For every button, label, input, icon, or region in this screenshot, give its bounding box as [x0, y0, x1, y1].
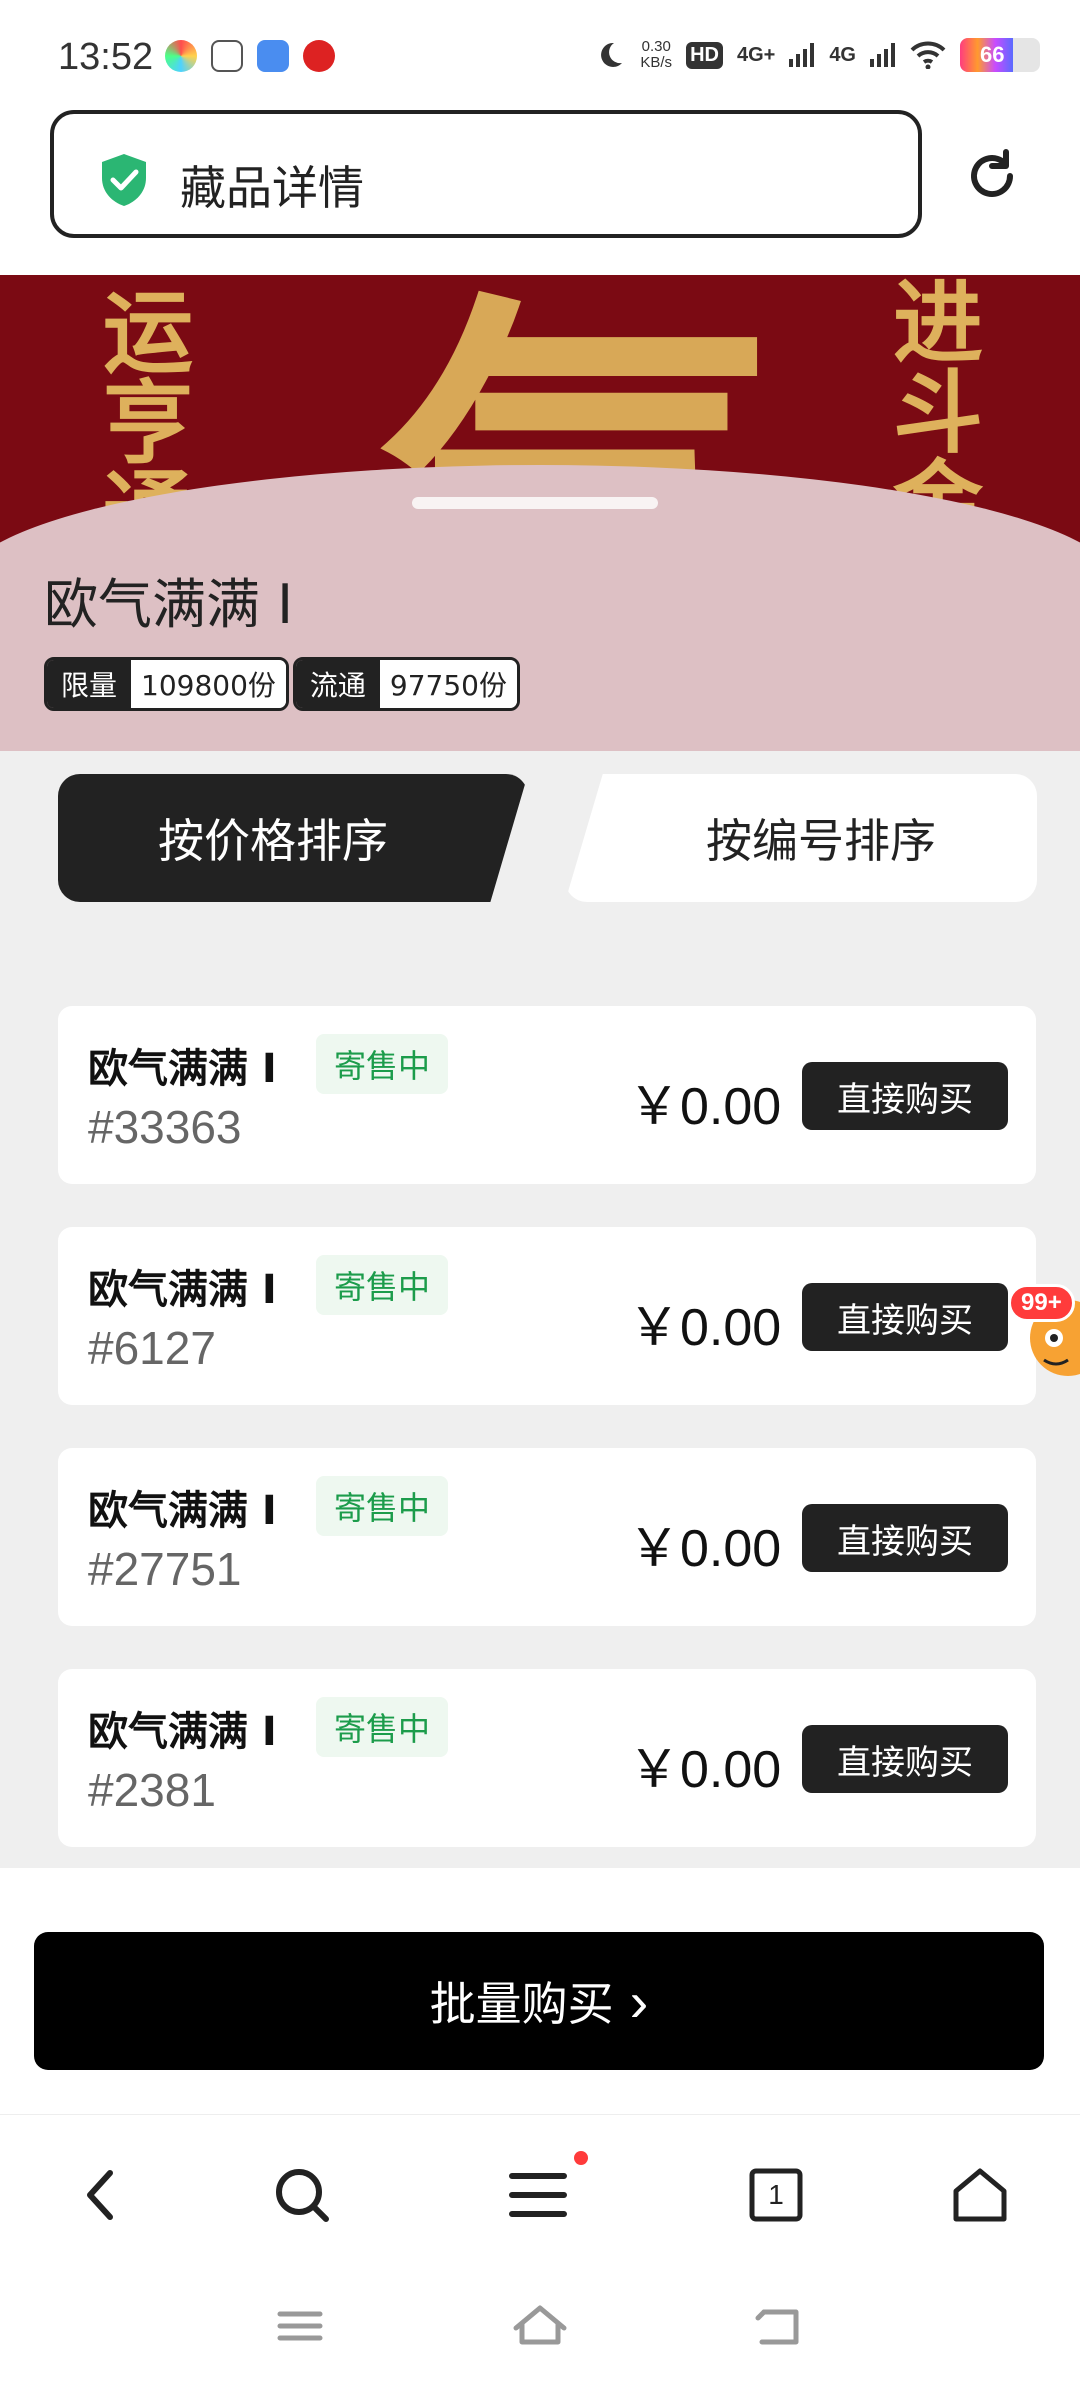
limit-tag: 限量 109800份	[44, 657, 289, 711]
signal-bars-icon	[870, 43, 895, 67]
listing-card[interactable]: 欧气满满 Ⅰ 寄售中 #6127 ￥0.00 直接购买	[58, 1227, 1036, 1405]
tab-sort-by-price[interactable]: 按价格排序	[58, 774, 528, 902]
game-app-icon	[257, 40, 289, 72]
listing-serial: #27751	[88, 1543, 242, 1595]
rail-app-icon	[303, 40, 335, 72]
chevron-right-icon: ›	[629, 1969, 649, 2033]
home-icon	[953, 2168, 1007, 2222]
back-button[interactable]	[62, 2157, 138, 2233]
bulk-buy-label: 批量购买	[429, 1978, 614, 2030]
reload-icon[interactable]	[962, 146, 1022, 206]
net-speed: 0.30 KB/s	[640, 38, 673, 71]
signal-sim2: 4G	[829, 43, 856, 66]
status-bar: 13:52 0.30 KB/s HD 4G+ 4G 66	[0, 0, 1080, 110]
system-home-icon[interactable]	[510, 2296, 570, 2356]
buy-now-button[interactable]: 直接购买	[802, 1725, 1008, 1793]
supply-tags: 限量 109800份 流通 97750份	[44, 657, 520, 711]
notification-count-badge: 99+	[1008, 1284, 1075, 1322]
listing-price: ￥0.00	[628, 1078, 782, 1136]
menu-icon	[509, 2173, 567, 2217]
buy-now-button[interactable]: 直接购买	[802, 1504, 1008, 1572]
home-button[interactable]	[942, 2157, 1018, 2233]
listing-name: 欧气满满 Ⅰ	[88, 1488, 277, 1534]
status-badge: 寄售中	[316, 1034, 449, 1094]
tag-key: 流通	[295, 660, 380, 708]
notification-icons	[165, 40, 335, 72]
listing-card[interactable]: 欧气满满 Ⅰ 寄售中 #33363 ￥0.00 直接购买	[58, 1006, 1036, 1184]
menu-button[interactable]	[500, 2157, 576, 2233]
collectible-banner: 运亨通 气 进斗金 欧气满满 Ⅰ 限量 109800份 流通 97750份	[0, 275, 1080, 751]
listing-name: 欧气满满 Ⅰ	[88, 1709, 277, 1755]
signal-sim1: 4G+	[736, 43, 776, 66]
buy-now-button[interactable]: 直接购买	[802, 1062, 1008, 1130]
listing-serial: #6127	[88, 1322, 216, 1374]
tab-sort-by-number[interactable]: 按编号排序	[565, 774, 1037, 902]
listing-card[interactable]: 欧气满满 Ⅰ 寄售中 #2381 ￥0.00 直接购买	[58, 1669, 1036, 1847]
status-badge: 寄售中	[316, 1476, 449, 1536]
chevron-left-icon	[87, 2170, 113, 2220]
buy-now-button[interactable]: 直接购买	[802, 1283, 1008, 1351]
search-button[interactable]	[264, 2157, 340, 2233]
status-badge: 寄售中	[316, 1255, 449, 1315]
search-icon	[276, 2169, 329, 2222]
alipay-icon	[211, 40, 243, 72]
moon-icon	[601, 42, 623, 67]
address-field[interactable]: 藏品详情	[50, 110, 922, 238]
status-right: 0.30 KB/s HD 4G+ 4G 66	[594, 38, 1040, 72]
hd-indicator: HD	[686, 41, 723, 69]
bulk-buy-area: 批量购买 ›	[0, 1868, 1080, 2114]
wifi-icon	[910, 41, 946, 69]
collectible-title: 欧气满满 Ⅰ	[44, 573, 294, 636]
browser-address-bar: 藏品详情	[0, 110, 1080, 275]
listing-name: 欧气满满 Ⅰ	[88, 1267, 277, 1313]
listing-price: ￥0.00	[628, 1520, 782, 1578]
listing-price: ￥0.00	[628, 1741, 782, 1799]
bulk-buy-button[interactable]: 批量购买 ›	[34, 1932, 1044, 2070]
signal-bars-icon	[789, 43, 815, 67]
browser-toolbar: 1	[0, 2114, 1080, 2270]
page-title: 藏品详情	[180, 161, 364, 215]
listing-serial: #2381	[88, 1764, 216, 1816]
circulation-tag: 流通 97750份	[292, 657, 520, 711]
status-time: 13:52	[58, 36, 154, 78]
listing-name: 欧气满满 Ⅰ	[88, 1046, 277, 1092]
drag-handle[interactable]	[412, 497, 658, 509]
battery-indicator: 66	[960, 38, 1040, 72]
tab-count: 1	[768, 2179, 784, 2210]
listing-price: ￥0.00	[628, 1299, 782, 1357]
status-badge: 寄售中	[316, 1697, 449, 1757]
tag-key: 限量	[47, 660, 132, 708]
tag-value: 109800份	[131, 660, 286, 708]
listing-card[interactable]: 欧气满满 Ⅰ 寄售中 #27751 ￥0.00 直接购买	[58, 1448, 1036, 1626]
tabs-button[interactable]: 1	[738, 2157, 814, 2233]
menu-notification-dot	[574, 2151, 588, 2165]
shield-check-icon	[102, 154, 146, 206]
app-notification-icon	[165, 40, 197, 72]
listing-serial: #33363	[88, 1101, 242, 1153]
recent-apps-icon[interactable]	[270, 2296, 330, 2356]
tag-value: 97750份	[379, 660, 517, 708]
system-back-icon[interactable]	[750, 2296, 810, 2356]
system-navigation-bar	[0, 2270, 1080, 2388]
